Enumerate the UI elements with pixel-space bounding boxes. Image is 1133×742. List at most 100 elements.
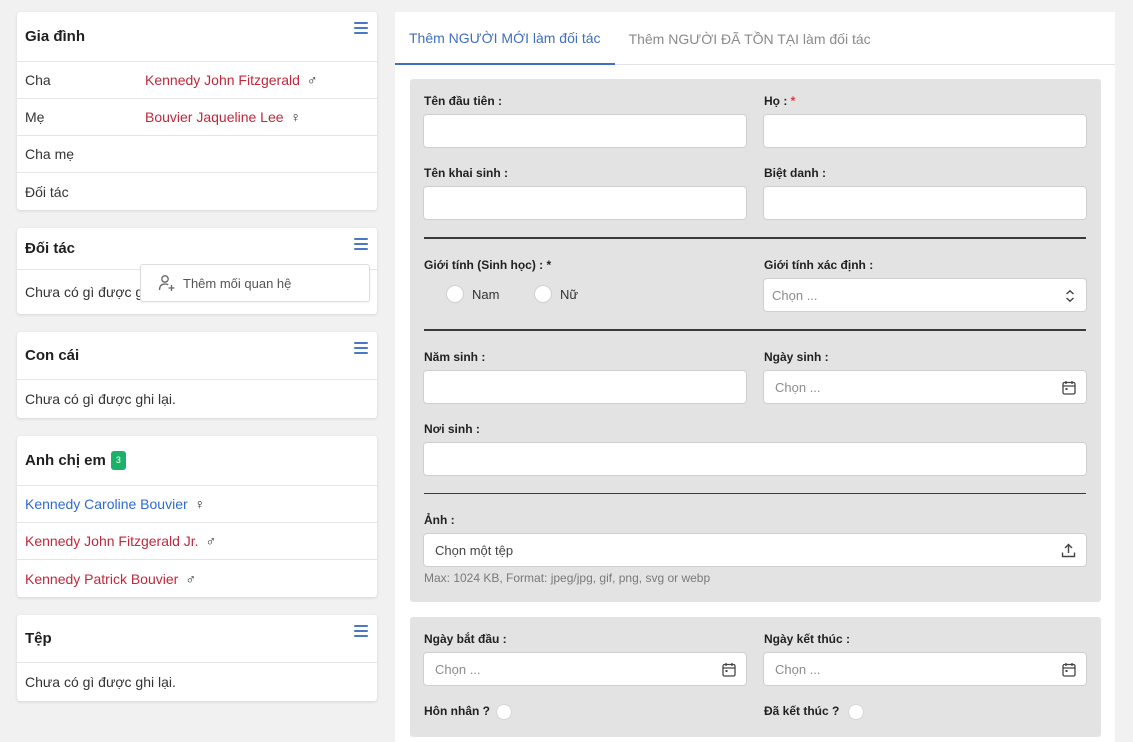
divider (424, 493, 1086, 494)
mother-row: Mẹ Bouvier Jaqueline Lee ♀ (17, 99, 377, 136)
last-name-label-text: Họ : (764, 94, 788, 108)
mother-label: Mẹ (25, 109, 45, 125)
sibling-link[interactable]: Kennedy Caroline Bouvier (25, 496, 188, 512)
end-date-picker[interactable]: Chọn ... (763, 652, 1087, 686)
sibling-row: Kennedy Patrick Bouvier ♂ (17, 560, 377, 597)
birth-place-input[interactable] (423, 442, 1087, 476)
parents-label: Cha mẹ (25, 146, 75, 162)
gender-label: Giới tính xác định : (764, 258, 874, 272)
birth-name-label: Tên khai sinh : (424, 166, 509, 180)
last-name-input[interactable] (763, 114, 1087, 148)
sex-male-label: Nam (472, 286, 500, 302)
nickname-input[interactable] (763, 186, 1087, 220)
partners-menu-icon[interactable] (354, 238, 368, 250)
father-label: Cha (25, 72, 51, 88)
calendar-icon (722, 663, 736, 677)
married-label: Hôn nhân ? (424, 704, 490, 718)
sex-female-label: Nữ (560, 286, 579, 302)
partner-row: Đối tác (17, 173, 377, 210)
sibling-link[interactable]: Kennedy John Fitzgerald Jr. (25, 533, 199, 549)
start-date-placeholder: Chọn ... (435, 661, 481, 677)
sex-female-radio[interactable]: Nữ (534, 285, 578, 303)
end-date-label: Ngày kết thúc : (764, 632, 851, 646)
start-date-label: Ngày bắt đầu : (424, 632, 507, 646)
parents-row: Cha mẹ (17, 136, 377, 173)
partner-label: Đối tác (25, 183, 69, 200)
birth-year-input[interactable] (423, 370, 747, 404)
ended-toggle[interactable] (848, 703, 878, 721)
male-icon: ♂ (185, 570, 196, 587)
photo-label: Ảnh : (424, 513, 455, 527)
birth-name-input[interactable] (423, 186, 747, 220)
photo-file-input[interactable]: Chọn một tệp (423, 533, 1087, 567)
divider (424, 237, 1086, 239)
sibling-link[interactable]: Kennedy Patrick Bouvier (25, 571, 178, 587)
radio-circle (534, 285, 552, 303)
children-empty-text: Chưa có gì được ghi lại. (25, 391, 176, 407)
family-card: Gia đình Cha Kennedy John Fitzgerald ♂ M… (17, 12, 377, 210)
gender-select[interactable]: Chọn ... (763, 278, 1087, 312)
family-card-header: Gia đình (17, 12, 377, 62)
required-marker: * (790, 94, 796, 108)
children-menu-icon[interactable] (354, 342, 368, 354)
first-name-input[interactable] (423, 114, 747, 148)
father-link[interactable]: Kennedy John Fitzgerald (145, 72, 300, 88)
person-form: Tên đầu tiên : Họ : * Tên khai sinh : Bi… (410, 79, 1101, 602)
files-card-title: Tệp (25, 630, 52, 647)
calendar-icon (1062, 663, 1076, 677)
siblings-card: Anh chị em 3 Kennedy Caroline Bouvier ♀ … (17, 436, 377, 597)
files-empty-text: Chưa có gì được ghi lại. (25, 674, 176, 690)
partners-card-title: Đối tác (25, 240, 76, 257)
male-icon: ♂ (306, 72, 318, 88)
relationship-form: Ngày bắt đầu : Ngày kết thúc : Chọn ... … (410, 617, 1101, 737)
female-icon: ♀ (194, 496, 206, 512)
end-date-placeholder: Chọn ... (775, 661, 821, 677)
partner-tabs: Thêm NGƯỜI MỚI làm đối tác Thêm NGƯỜI ĐÃ… (395, 12, 1115, 65)
children-card-title: Con cái (25, 347, 80, 364)
radio-circle (446, 285, 464, 303)
toggle-knob (848, 704, 864, 720)
gender-placeholder: Chọn ... (772, 287, 818, 303)
children-card: Con cái Chưa có gì được ghi lại. (17, 332, 377, 418)
divider (424, 329, 1086, 331)
sex-male-radio[interactable]: Nam (446, 285, 499, 303)
birth-date-label: Ngày sinh : (764, 350, 829, 364)
add-partner-panel: Thêm NGƯỜI MỚI làm đối tác Thêm NGƯỜI ĐÃ… (395, 12, 1115, 742)
add-relationship-label: Thêm mối quan hệ (183, 275, 292, 291)
chevron-updown-icon (1066, 289, 1074, 303)
tab-existing-person[interactable]: Thêm NGƯỜI ĐÃ TỒN TẠI làm đối tác (615, 12, 885, 65)
tab-new-person[interactable]: Thêm NGƯỜI MỚI làm đối tác (395, 12, 615, 65)
sex-label: Giới tính (Sinh học) : * (424, 258, 552, 272)
add-relationship-menu-item[interactable]: Thêm mối quan hệ (140, 264, 370, 302)
start-date-picker[interactable]: Chọn ... (423, 652, 747, 686)
files-card: Tệp Chưa có gì được ghi lại. (17, 615, 377, 701)
birth-year-label: Năm sinh : (424, 350, 486, 364)
siblings-card-title: Anh chị em (25, 452, 106, 469)
male-icon: ♂ (205, 533, 217, 549)
last-name-label: Họ : * (764, 94, 795, 108)
father-row: Cha Kennedy John Fitzgerald ♂ (17, 62, 377, 99)
siblings-count-badge: 3 (110, 451, 126, 470)
nickname-label: Biệt danh : (764, 166, 826, 180)
files-menu-icon[interactable] (354, 625, 368, 637)
children-card-header: Con cái (17, 332, 377, 380)
photo-placeholder: Chọn một tệp (435, 542, 514, 558)
upload-icon (1061, 543, 1076, 558)
siblings-card-header: Anh chị em 3 (17, 436, 377, 486)
toggle-knob (496, 704, 512, 720)
add-user-icon (158, 275, 175, 291)
birth-place-label: Nơi sinh : (424, 422, 480, 436)
ended-label: Đã kết thúc ? (764, 704, 840, 718)
female-icon: ♀ (290, 109, 302, 125)
calendar-icon (1062, 381, 1076, 395)
birth-date-picker[interactable]: Chọn ... (763, 370, 1087, 404)
photo-hint: Max: 1024 KB, Format: jpeg/jpg, gif, png… (424, 571, 711, 585)
mother-link[interactable]: Bouvier Jaqueline Lee (145, 109, 284, 125)
family-menu-icon[interactable] (354, 22, 368, 34)
sibling-row: Kennedy John Fitzgerald Jr. ♂ (17, 523, 377, 560)
sibling-row: Kennedy Caroline Bouvier ♀ (17, 486, 377, 523)
files-card-header: Tệp (17, 615, 377, 663)
family-card-title: Gia đình (25, 28, 85, 45)
married-toggle[interactable] (496, 703, 526, 721)
first-name-label: Tên đầu tiên : (424, 94, 502, 108)
